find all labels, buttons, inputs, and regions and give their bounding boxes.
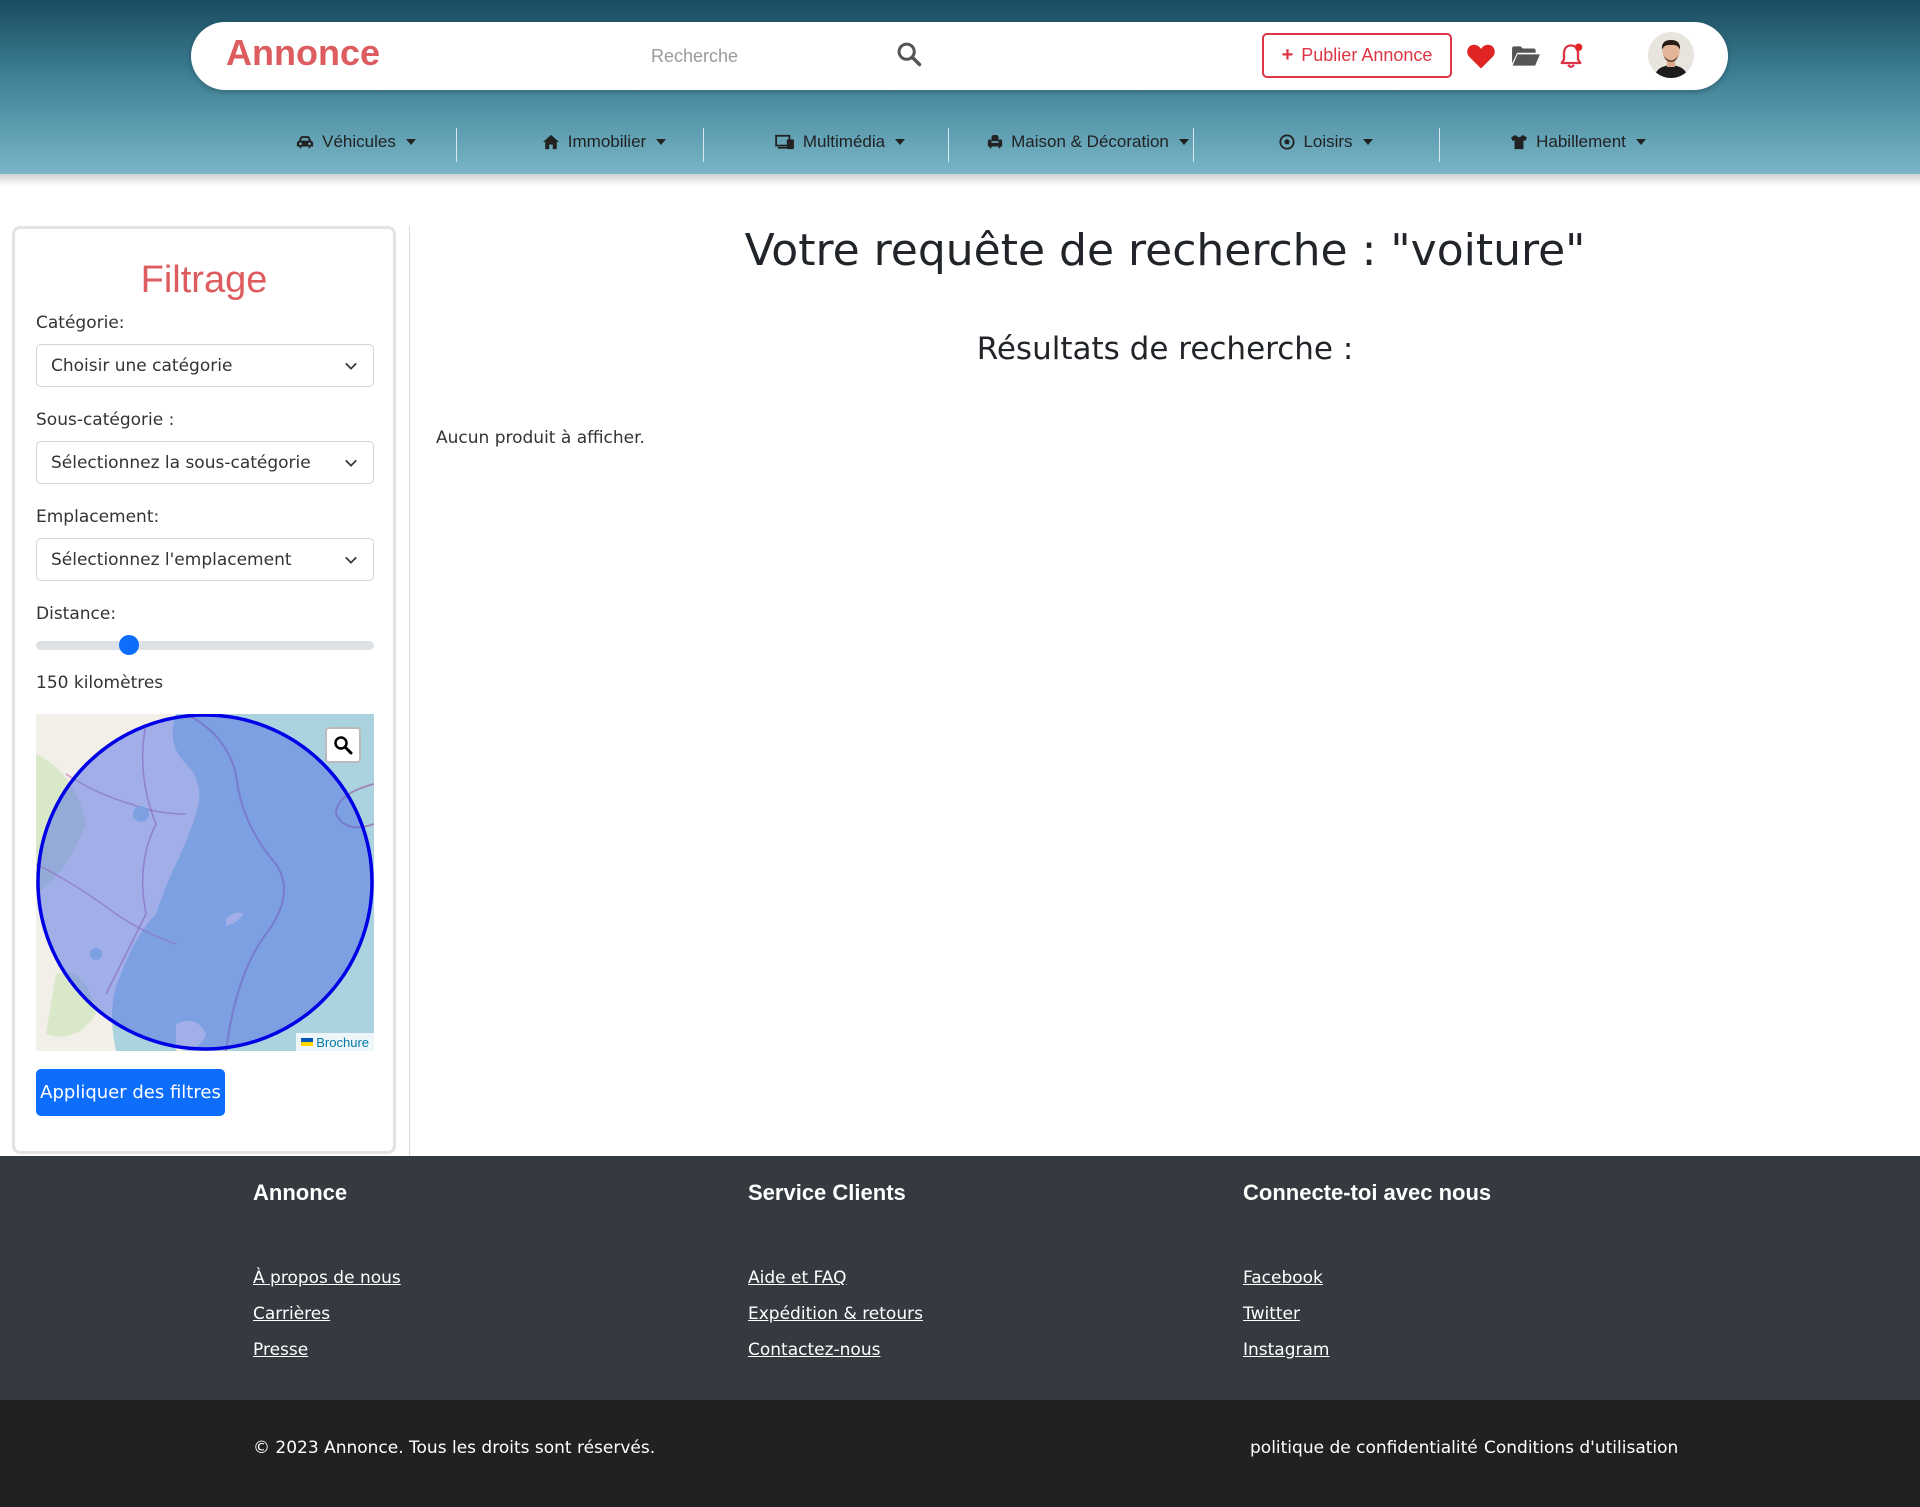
nav-item-label: Maison & Décoration <box>1011 132 1169 151</box>
top-bar: Annonce + Publier Annonce <box>191 22 1728 90</box>
footer-column-title: Service Clients <box>748 1180 906 1205</box>
category-select[interactable]: Choisir une catégorie <box>36 344 374 387</box>
footer-link-press[interactable]: Presse <box>253 1340 308 1360</box>
header-shadow <box>0 174 1920 186</box>
map-attribution-label: Brochure <box>316 1034 369 1050</box>
plus-icon: + <box>1281 44 1294 66</box>
search-icon <box>897 42 922 67</box>
distance-slider-thumb[interactable] <box>118 635 139 655</box>
privacy-policy-link[interactable]: politique de confidentialité <box>1250 1438 1478 1458</box>
footer-link-careers[interactable]: Carrières <box>253 1304 330 1324</box>
caret-down-icon <box>405 139 416 145</box>
favorites-button[interactable] <box>1465 40 1497 72</box>
user-avatar[interactable] <box>1648 32 1694 78</box>
footer-link-about[interactable]: À propos de nous <box>253 1268 401 1288</box>
category-label: Catégorie: <box>36 313 125 333</box>
query-title: Votre requête de recherche : "voiture" <box>744 225 1586 276</box>
location-select-value: Sélectionnez l'emplacement <box>51 549 292 570</box>
notifications-button[interactable] <box>1555 40 1587 72</box>
nav-item-label: Loisirs <box>1303 132 1353 151</box>
shirt-icon <box>1511 134 1528 150</box>
bell-icon <box>1560 43 1583 68</box>
caret-down-icon <box>656 139 667 145</box>
car-icon <box>297 136 314 149</box>
brand-logo[interactable]: Annonce <box>226 32 380 74</box>
nav-item-label: Habillement <box>1536 132 1626 151</box>
copyright-text: © 2023 Annonce. Tous les droits sont rés… <box>253 1438 656 1458</box>
caret-down-icon <box>1362 139 1373 145</box>
nav-item-immobilier[interactable]: Immobilier <box>504 120 704 164</box>
user-avatar-icon <box>1648 32 1694 78</box>
caret-down-icon <box>895 139 906 145</box>
soccer-ball-icon <box>1279 134 1295 150</box>
nav-item-loisirs[interactable]: Loisirs <box>1226 120 1426 164</box>
caret-down-icon <box>1178 139 1189 145</box>
nav-item-multimedia[interactable]: Multimédia <box>740 120 940 164</box>
footer-bottom-bar: © 2023 Annonce. Tous les droits sont rés… <box>0 1400 1920 1507</box>
distance-label: Distance: <box>36 604 117 624</box>
site-header: Annonce + Publier Annonce <box>0 0 1920 174</box>
footer-link-twitter[interactable]: Twitter <box>1243 1304 1300 1324</box>
location-map[interactable]: Brochure <box>36 714 374 1051</box>
nav-separator <box>456 128 457 162</box>
distance-value: 150 kilomètres <box>36 673 164 693</box>
site-footer: Annonce À propos de nous Carrières Press… <box>0 1156 1920 1400</box>
results-title: Résultats de recherche : <box>976 331 1354 367</box>
home-icon <box>542 134 559 150</box>
apply-filters-button[interactable]: Appliquer des filtres <box>36 1069 225 1116</box>
category-select-value: Choisir une catégorie <box>51 355 233 376</box>
nav-item-habillement[interactable]: Habillement <box>1478 120 1678 164</box>
footer-link-instagram[interactable]: Instagram <box>1243 1340 1330 1360</box>
folder-open-icon <box>1512 46 1540 66</box>
nav-item-label: Immobilier <box>567 132 647 151</box>
heart-icon <box>1467 44 1495 69</box>
footer-column-title: Annonce <box>253 1180 348 1205</box>
nav-item-label: Véhicules <box>322 132 396 151</box>
subcategory-select-value: Sélectionnez la sous-catégorie <box>51 452 311 473</box>
footer-column-title: Connecte-toi avec nous <box>1243 1180 1492 1205</box>
map-tiles <box>36 714 374 1051</box>
publish-ad-label: Publier Annonce <box>1301 45 1433 65</box>
filter-sidebar: Filtrage Catégorie: Choisir une catégori… <box>12 226 396 1154</box>
caret-down-icon <box>1635 139 1646 145</box>
nav-item-maison-decoration[interactable]: Maison & Décoration <box>958 120 1218 164</box>
map-attribution[interactable]: Brochure <box>296 1033 374 1051</box>
chevron-down-icon <box>345 362 357 370</box>
subcategory-select[interactable]: Sélectionnez la sous-catégorie <box>36 441 374 484</box>
publish-ad-button[interactable]: + Publier Annonce <box>1262 33 1452 78</box>
nav-separator <box>1193 128 1194 162</box>
filter-title: Filtrage <box>140 259 268 301</box>
magnifier-icon <box>334 736 353 755</box>
location-label: Emplacement: <box>36 507 160 527</box>
footer-link-shipping[interactable]: Expédition & retours <box>748 1304 923 1324</box>
footer-link-contact[interactable]: Contactez-nous <box>748 1340 880 1360</box>
nav-separator <box>1439 128 1440 162</box>
nav-item-label: Multimédia <box>802 132 886 151</box>
chevron-down-icon <box>345 556 357 564</box>
footer-link-facebook[interactable]: Facebook <box>1243 1268 1323 1288</box>
empty-results-message: Aucun produit à afficher. <box>436 428 645 448</box>
chevron-down-icon <box>345 459 357 467</box>
nav-separator <box>948 128 949 162</box>
subcategory-label: Sous-catégorie : <box>36 410 175 430</box>
map-zoom-button[interactable] <box>325 727 361 763</box>
nav-item-vehicules[interactable]: Véhicules <box>256 120 456 164</box>
footer-link-faq[interactable]: Aide et FAQ <box>748 1268 846 1288</box>
terms-link[interactable]: Conditions d'utilisation <box>1484 1438 1678 1458</box>
my-ads-button[interactable] <box>1510 40 1542 72</box>
location-select[interactable]: Sélectionnez l'emplacement <box>36 538 374 581</box>
flag-icon <box>301 1038 314 1046</box>
category-nav: Véhicules Immobilier Multimédia Maison &… <box>0 120 1920 164</box>
search-button[interactable] <box>895 40 927 72</box>
nav-separator <box>703 128 704 162</box>
distance-slider-track[interactable] <box>36 641 374 650</box>
devices-icon <box>775 134 794 150</box>
couch-icon <box>987 134 1003 149</box>
